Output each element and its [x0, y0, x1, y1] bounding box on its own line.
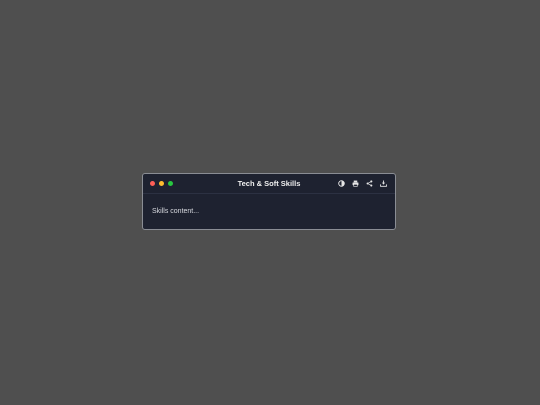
minimize-window-button[interactable] [159, 181, 164, 186]
traffic-lights [150, 181, 173, 186]
zoom-window-button[interactable] [168, 181, 173, 186]
close-window-button[interactable] [150, 181, 155, 186]
toolbar-actions [337, 179, 388, 188]
contrast-icon[interactable] [337, 179, 346, 188]
window-content: Skills content... [143, 194, 395, 216]
print-icon[interactable] [351, 179, 360, 188]
app-window: Tech & Soft Skills Skills content... [142, 173, 396, 230]
title-bar[interactable]: Tech & Soft Skills [143, 174, 395, 194]
download-icon[interactable] [379, 179, 388, 188]
skills-content-text: Skills content... [152, 208, 200, 215]
share-icon[interactable] [365, 179, 374, 188]
